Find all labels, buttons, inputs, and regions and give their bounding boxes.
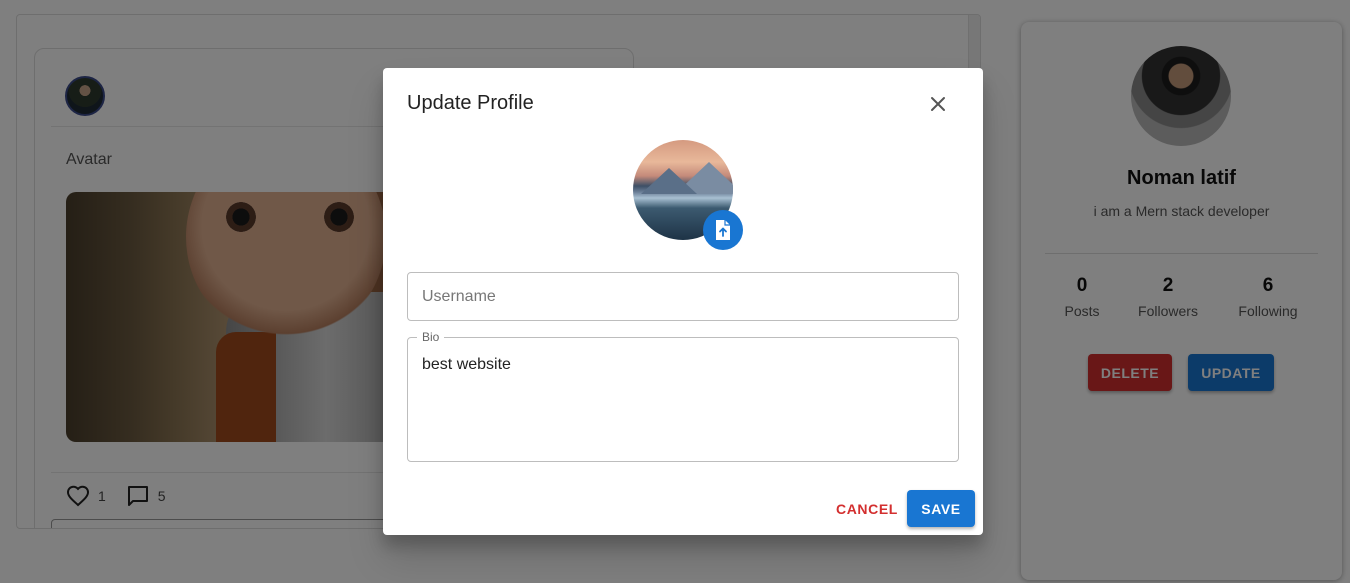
bio-label: Bio bbox=[417, 330, 445, 344]
upload-avatar-button[interactable] bbox=[703, 210, 743, 250]
cancel-button[interactable]: CANCEL bbox=[827, 491, 907, 527]
save-button[interactable]: SAVE bbox=[907, 490, 975, 527]
close-icon bbox=[931, 97, 945, 111]
close-button[interactable] bbox=[923, 89, 953, 119]
dialog-title: Update Profile bbox=[407, 92, 534, 114]
file-upload-icon bbox=[716, 220, 730, 240]
bio-input[interactable]: best website bbox=[408, 338, 958, 461]
username-field bbox=[407, 272, 959, 321]
bio-field: Bio best website bbox=[407, 330, 959, 462]
username-input[interactable] bbox=[408, 273, 958, 320]
update-profile-dialog: Update Profile Bio best website CANCEL S… bbox=[383, 68, 983, 535]
